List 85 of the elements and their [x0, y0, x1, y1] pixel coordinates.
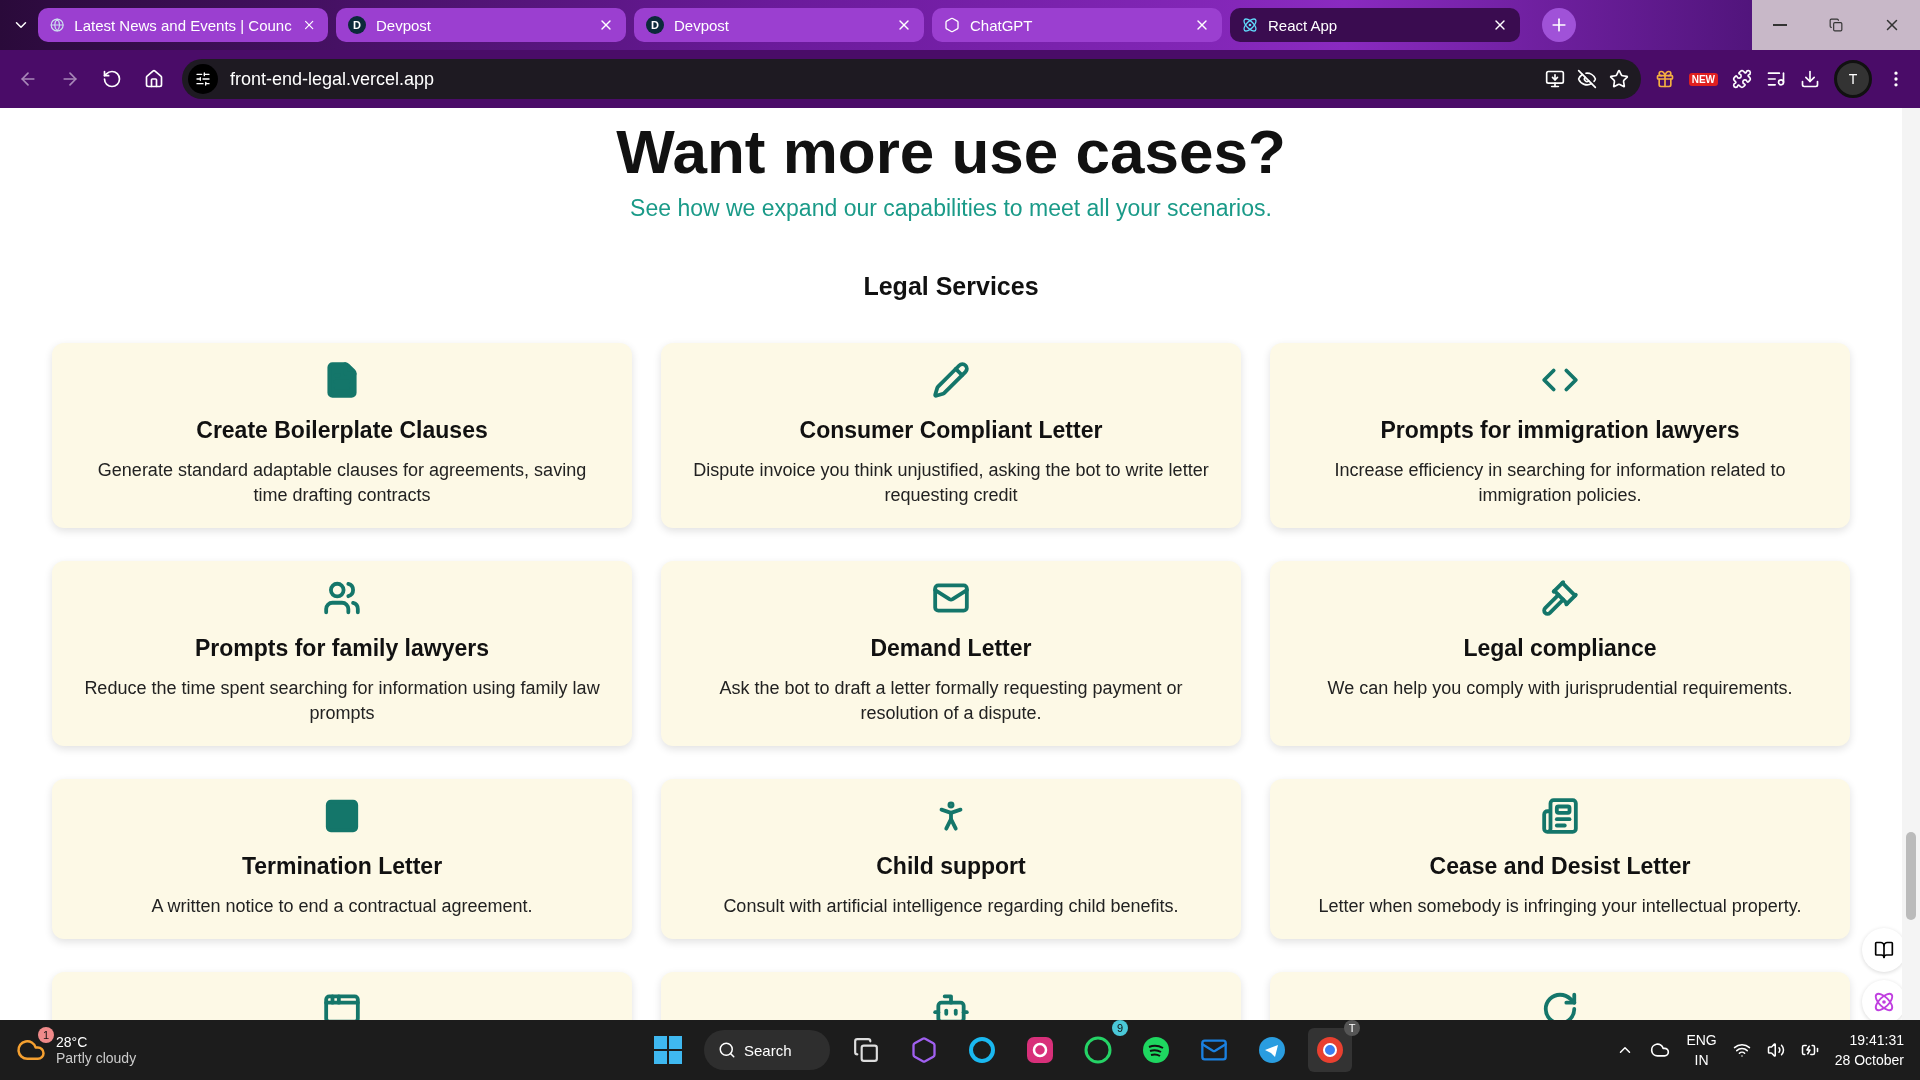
eye-off-icon[interactable]	[1576, 69, 1597, 89]
tab-title: React App	[1268, 16, 1339, 34]
region-indicator[interactable]: IN	[1694, 1050, 1709, 1070]
scrollbar[interactable]	[1902, 108, 1920, 1020]
tab-title: ChatGPT	[970, 16, 1034, 34]
language-indicator[interactable]: ENG	[1686, 1030, 1717, 1050]
card-description: Consult with artificial intelligence regarding child benefits.	[723, 895, 1179, 918]
card-description: Increase efficiency in searching for information related to immigration policies.	[1333, 459, 1787, 507]
card-title: Prompts for family lawyers	[195, 635, 489, 662]
page-heading: Want more use cases?	[616, 116, 1286, 187]
extensions-icon[interactable]	[1732, 69, 1752, 89]
card-title: Prompts for immigration lawyers	[1380, 417, 1740, 444]
browser-tab[interactable]: ChatGPT	[932, 8, 1222, 42]
atom-icon	[1242, 17, 1258, 33]
card-title: Consumer Compliant Letter	[799, 417, 1103, 444]
address-bar[interactable]: front-end-legal.vercel.app	[182, 59, 1641, 99]
tab-title: Devpost	[674, 16, 731, 34]
card-description: Ask the bot to draft a letter formally requesting payment or resolution of a dispute.	[718, 677, 1184, 725]
browser-tab[interactable]: Latest News and Events | Counc	[38, 8, 328, 42]
service-card[interactable]: Termination Letter A written notice to end a contractual agreement.	[52, 779, 632, 939]
card-description: A written notice to end a contractual agreement.	[151, 895, 533, 918]
search-icon	[718, 1041, 736, 1059]
temperature: 28°C	[56, 1034, 89, 1050]
sliders-icon	[195, 71, 211, 87]
card-description: We can help you comply with jurisprudential requirements.	[1327, 677, 1793, 700]
pencil-icon	[932, 361, 970, 399]
new-tab-button[interactable]	[1542, 8, 1576, 42]
people-icon	[323, 579, 361, 617]
wifi-icon[interactable]	[1732, 1041, 1751, 1059]
gavel-icon	[1541, 579, 1579, 617]
service-card[interactable]: Prompts for immigration lawyers Increase efficiency in searching for information related to immigration policies.	[1270, 343, 1850, 528]
site-settings-button[interactable]	[188, 64, 218, 94]
card-title: Demand Letter	[870, 635, 1032, 662]
site-icon: D	[646, 16, 664, 34]
browser-tab[interactable]: D Devpost	[336, 8, 626, 42]
card-title: Termination Letter	[241, 853, 443, 880]
browser-tab[interactable]: D Devpost	[634, 8, 924, 42]
home-icon	[144, 69, 164, 89]
book-icon	[1874, 940, 1894, 960]
profile-badge: T	[1344, 1020, 1360, 1036]
taskbar-search[interactable]: Search	[704, 1030, 830, 1070]
reload-icon	[102, 69, 122, 89]
new-badge[interactable]: NEW	[1688, 72, 1718, 86]
gift-icon[interactable]	[1654, 69, 1675, 89]
profile-avatar[interactable]: T	[1834, 60, 1872, 98]
download-icon[interactable]	[1800, 69, 1820, 89]
card-title: Legal compliance	[1463, 635, 1657, 662]
card-description: Generate standard adaptable clauses for agreements, saving time drafting contracts	[96, 459, 588, 507]
clock-time[interactable]: 19:41:31	[1849, 1030, 1904, 1050]
card-description: Dispute invoice you think unjustified, asking the bot to write letter requesting credit	[692, 459, 1210, 507]
tab-title: Latest News and Events | Counc	[74, 16, 292, 34]
service-card[interactable]: Demand Letter Ask the bot to draft a letter formally requesting payment or resolution of a dispute.	[661, 561, 1241, 746]
media-icon[interactable]	[1766, 69, 1786, 89]
bookmark-icon[interactable]	[1608, 69, 1629, 89]
section-title: Legal Services	[863, 272, 1039, 301]
install-icon[interactable]	[1544, 69, 1565, 89]
card-description: Letter when somebody is infringing your intellectual property.	[1318, 895, 1802, 918]
newspaper-icon	[1541, 797, 1579, 835]
service-card[interactable]: Cease and Desist Letter Letter when somebody is infringing your intellectual property.	[1270, 779, 1850, 939]
service-card[interactable]: Child support Consult with artificial intelligence regarding child benefits.	[661, 779, 1241, 939]
atom-icon	[1873, 991, 1895, 1013]
cloud-icon[interactable]	[1650, 1040, 1671, 1060]
site-icon: D	[348, 16, 366, 34]
volume-icon[interactable]	[1766, 1041, 1785, 1059]
card-description: Reduce the time spent searching for information using family law prompts	[83, 677, 601, 725]
square-icon	[323, 797, 361, 835]
service-card[interactable]: Legal compliance We can help you comply with jurisprudential requirements.	[1270, 561, 1850, 746]
tab-title: Devpost	[376, 16, 433, 34]
restore-icon	[1829, 18, 1843, 32]
globe-icon	[50, 17, 65, 33]
service-card[interactable]: Prompts for family lawyers Reduce the time spent searching for information using family law prompts	[52, 561, 632, 746]
card-title: Cease and Desist Letter	[1429, 853, 1691, 880]
service-card[interactable]: Create Boilerplate Clauses Generate standard adaptable clauses for agreements, saving time drafting contracts	[52, 343, 632, 528]
card-title: Child support	[876, 853, 1026, 880]
message-badge: 9	[1112, 1020, 1128, 1036]
rotate-icon	[1541, 990, 1579, 1020]
weather-condition: Partly cloudy	[56, 1050, 137, 1066]
clock-date[interactable]: 28 October	[1834, 1050, 1904, 1070]
notification-badge: 1	[38, 1027, 54, 1043]
browser-tab[interactable]: React App	[1230, 8, 1520, 42]
minimize-icon	[1773, 24, 1787, 26]
service-card[interactable]: Consumer Compliant Letter Dispute invoice you think unjustified, asking the bot to write letter requesting credit	[661, 343, 1241, 528]
page-subtitle: See how we expand our capabilities to meet all your scenarios.	[630, 195, 1272, 222]
card-title: Create Boilerplate Clauses	[196, 417, 488, 444]
url-text: front-end-legal.vercel.app	[230, 68, 436, 90]
